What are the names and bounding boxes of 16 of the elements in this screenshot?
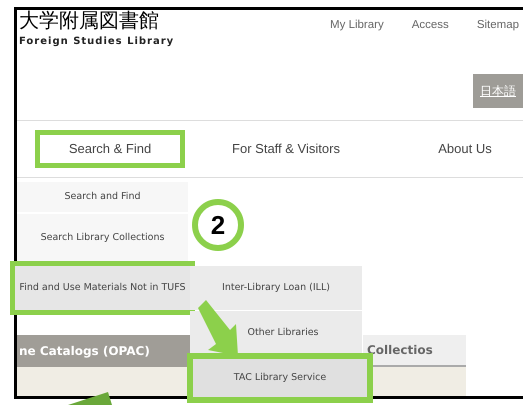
menu-item[interactable]: Find and Use Materials Not in TUFS xyxy=(13,264,192,312)
nav-tab[interactable]: Search & Find xyxy=(35,130,185,168)
submenu-item[interactable]: TAC Library Service xyxy=(190,356,370,400)
submenu-item[interactable]: Inter-Library Loan (ILL) xyxy=(190,266,362,310)
logo-title: 大学附属図書館 xyxy=(19,10,160,34)
content-tab[interactable]: Collectios xyxy=(363,335,466,367)
menu-item[interactable]: Search Library Collections xyxy=(17,214,188,262)
arrow-icon xyxy=(196,300,240,356)
top-link[interactable]: My Library xyxy=(330,17,384,34)
logo-subtitle: Foreign Studies Library xyxy=(19,35,174,49)
menu-item[interactable]: Search and Find xyxy=(17,182,188,212)
top-link[interactable]: Sitemap xyxy=(476,17,519,34)
arrow-icon xyxy=(68,392,112,405)
nav-tab[interactable]: About Us xyxy=(415,130,515,168)
top-link[interactable]: Access xyxy=(412,17,449,34)
nav-tab[interactable]: For Staff & Visitors xyxy=(221,130,351,168)
